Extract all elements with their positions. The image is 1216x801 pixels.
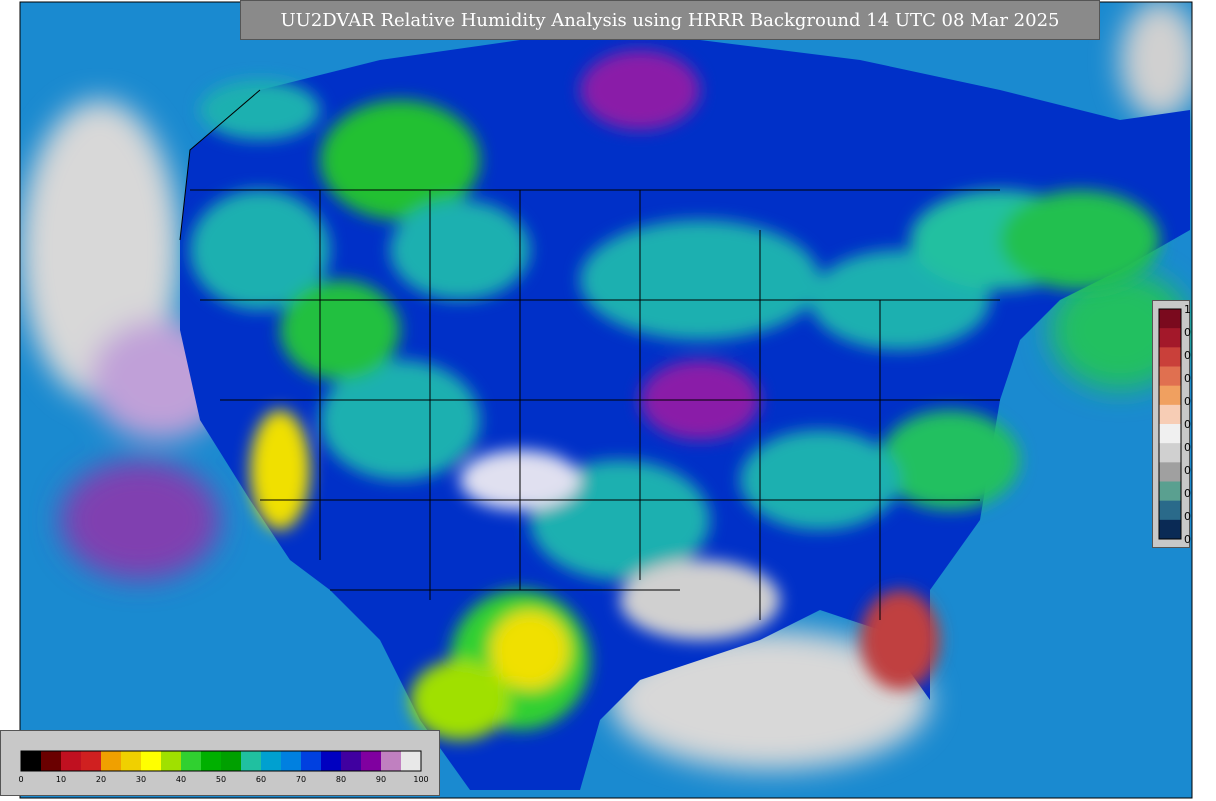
observation-tick-label: 0.1 xyxy=(1184,510,1191,523)
observation-tick-label: 0.3 xyxy=(1184,464,1191,477)
observation-swatches xyxy=(1158,308,1182,540)
colorbar-swatch xyxy=(381,751,402,771)
colorbar-swatch xyxy=(221,751,242,771)
observation-tick-label: 0.4 xyxy=(1184,441,1191,454)
colorbar-swatch xyxy=(141,751,162,771)
colorbar-swatch xyxy=(101,751,122,771)
colorbar-tick-label: 50 xyxy=(216,775,226,784)
colorbar-swatch xyxy=(181,751,202,771)
colorbar-swatch xyxy=(341,751,362,771)
observation-legend: 1.0 0.9 0.8 0.7 0.6 0.5 0.4 0.3 0.2 0.1 0.0 xyxy=(1152,300,1202,548)
observation-tick-label: 0.8 xyxy=(1184,349,1191,362)
colorbar-swatch xyxy=(161,751,182,771)
colorbar-tick-label: 60 xyxy=(256,775,266,784)
observation-swatch xyxy=(1159,366,1181,387)
observation-tick-label: 0.2 xyxy=(1184,487,1191,500)
observation-tick-label: 0.0 xyxy=(1184,533,1191,546)
observation-swatch xyxy=(1159,519,1181,540)
colorbar-swatch xyxy=(301,751,322,771)
observation-swatch xyxy=(1159,385,1181,406)
colorbar-swatch xyxy=(401,751,422,771)
colorbar-tick-label: 30 xyxy=(136,775,146,784)
observation-swatch xyxy=(1159,462,1181,482)
observation-swatch xyxy=(1159,500,1181,521)
colorbar-swatch xyxy=(241,751,262,771)
colorbar-tick-label: 0 xyxy=(18,775,23,784)
colorbar-swatch xyxy=(361,751,382,771)
colorbar-tick-label: 90 xyxy=(376,775,386,784)
observation-swatch xyxy=(1159,347,1181,367)
humidity-map xyxy=(19,1,1193,799)
observation-legend-svg: 1.0 0.9 0.8 0.7 0.6 0.5 0.4 0.3 0.2 0.1 0.0 xyxy=(1158,303,1202,546)
observation-swatch xyxy=(1159,443,1181,463)
humidity-colorbar: 0 10 20 30 40 50 60 70 80 90 100 xyxy=(0,730,440,796)
colorbar-tick-label: 100 xyxy=(413,775,428,784)
observation-swatch xyxy=(1159,309,1181,329)
observation-labels: 1.0 0.9 0.8 0.7 0.6 0.5 0.4 0.3 0.2 0.1 0.0 xyxy=(1184,303,1202,546)
colorbar-tick-label: 10 xyxy=(56,775,66,784)
colorbar-swatch xyxy=(321,751,342,771)
colorbar-swatch xyxy=(21,751,42,771)
observation-swatch xyxy=(1159,424,1181,444)
colorbar-swatch xyxy=(281,751,302,771)
observation-swatch xyxy=(1159,328,1181,348)
map-title-text: UU2DVAR Relative Humidity Analysis using… xyxy=(280,9,1060,31)
observation-tick-label: 0.9 xyxy=(1184,326,1191,339)
colorbar-swatch xyxy=(61,751,82,771)
observation-swatch xyxy=(1159,481,1181,502)
colorbar-swatch xyxy=(41,751,62,771)
colorbar-swatch xyxy=(121,751,142,771)
colorbar-tick-label: 40 xyxy=(176,775,186,784)
colorbar-tick-label: 80 xyxy=(336,775,346,784)
observation-tick-label: 0.5 xyxy=(1184,418,1191,431)
map-title: UU2DVAR Relative Humidity Analysis using… xyxy=(240,0,1100,40)
colorbar-tick-label: 70 xyxy=(296,775,306,784)
colorbar-labels: 0 10 20 30 40 50 60 70 80 90 100 xyxy=(18,775,428,784)
colorbar-swatch xyxy=(81,751,102,771)
observation-tick-label: 0.6 xyxy=(1184,395,1191,408)
colorbar-swatch xyxy=(201,751,222,771)
observation-tick-label: 0.7 xyxy=(1184,372,1191,385)
humidity-colorbar-svg: 0 10 20 30 40 50 60 70 80 90 100 xyxy=(18,750,429,784)
observation-tick-label: 1.0 xyxy=(1184,303,1191,316)
colorbar-swatch xyxy=(261,751,282,771)
colorbar-swatches xyxy=(20,750,422,772)
colorbar-tick-label: 20 xyxy=(96,775,106,784)
observation-swatch xyxy=(1159,404,1181,425)
